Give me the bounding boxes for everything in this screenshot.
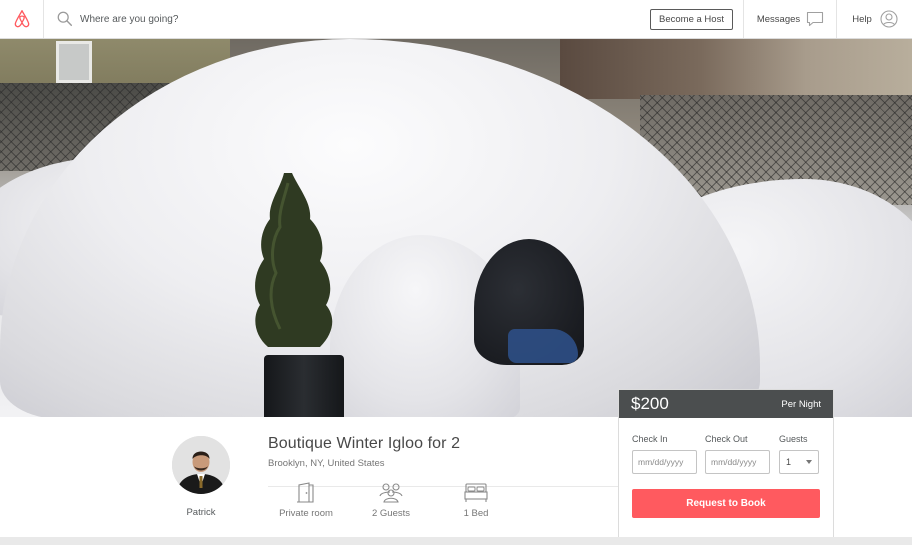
per-night-label: Per Night: [781, 398, 821, 410]
become-host-container: Become a Host: [640, 0, 744, 38]
booking-panel: $200 Per Night Check In Check Out Guests…: [618, 389, 834, 538]
check-in-label: Check In: [632, 434, 668, 444]
top-nav: Become a Host Messages Help: [0, 0, 912, 39]
check-out-label: Check Out: [705, 434, 748, 444]
listing-photo[interactable]: [0, 39, 912, 417]
amenity-guests: 2 Guests: [351, 482, 431, 519]
search-bar: [44, 0, 564, 38]
nightly-price: $200: [631, 394, 669, 413]
plant-pot: [264, 355, 344, 417]
amenity-room-type-label: Private room: [279, 508, 333, 519]
messages-label: Messages: [756, 13, 801, 25]
listing-title: Boutique Winter Igloo for 2: [268, 435, 461, 452]
bed-icon: [464, 483, 488, 502]
blue-tarp: [508, 329, 578, 363]
airbnb-logo-icon: [14, 10, 29, 28]
guests-value: 1: [786, 457, 792, 467]
door-icon: [297, 482, 314, 503]
guests-select[interactable]: 1: [779, 450, 819, 474]
help-label: Help: [852, 13, 872, 25]
host-name[interactable]: Patrick: [172, 507, 230, 518]
amenity-beds-label: 1 Bed: [463, 508, 489, 519]
user-avatar-icon: [880, 10, 898, 28]
help-nav[interactable]: Help: [838, 0, 912, 38]
background-building: [560, 39, 912, 99]
price-bar: $200 Per Night: [619, 390, 833, 418]
check-in-input[interactable]: [632, 450, 697, 474]
potted-evergreen-tree: [255, 173, 333, 347]
page-bottom-strip: [0, 537, 912, 545]
become-host-button[interactable]: Become a Host: [650, 8, 733, 30]
messages-nav[interactable]: Messages: [745, 0, 837, 38]
check-out-input[interactable]: [705, 450, 770, 474]
search-input[interactable]: [80, 13, 480, 25]
listing-location[interactable]: Brooklyn, NY, United States: [268, 458, 385, 469]
chevron-down-icon: [806, 460, 812, 464]
people-icon: [379, 483, 403, 503]
search-icon[interactable]: [56, 10, 74, 28]
amenity-beds: 1 Bed: [436, 482, 516, 519]
airbnb-logo[interactable]: [0, 0, 44, 38]
host-avatar[interactable]: [172, 436, 230, 494]
host-portrait-icon: [172, 436, 230, 494]
request-to-book-button[interactable]: Request to Book: [632, 489, 820, 518]
amenity-guests-label: 2 Guests: [371, 508, 411, 519]
amenity-room-type: Private room: [266, 482, 346, 519]
chat-bubble-icon: [807, 11, 824, 27]
guests-label: Guests: [779, 434, 808, 444]
